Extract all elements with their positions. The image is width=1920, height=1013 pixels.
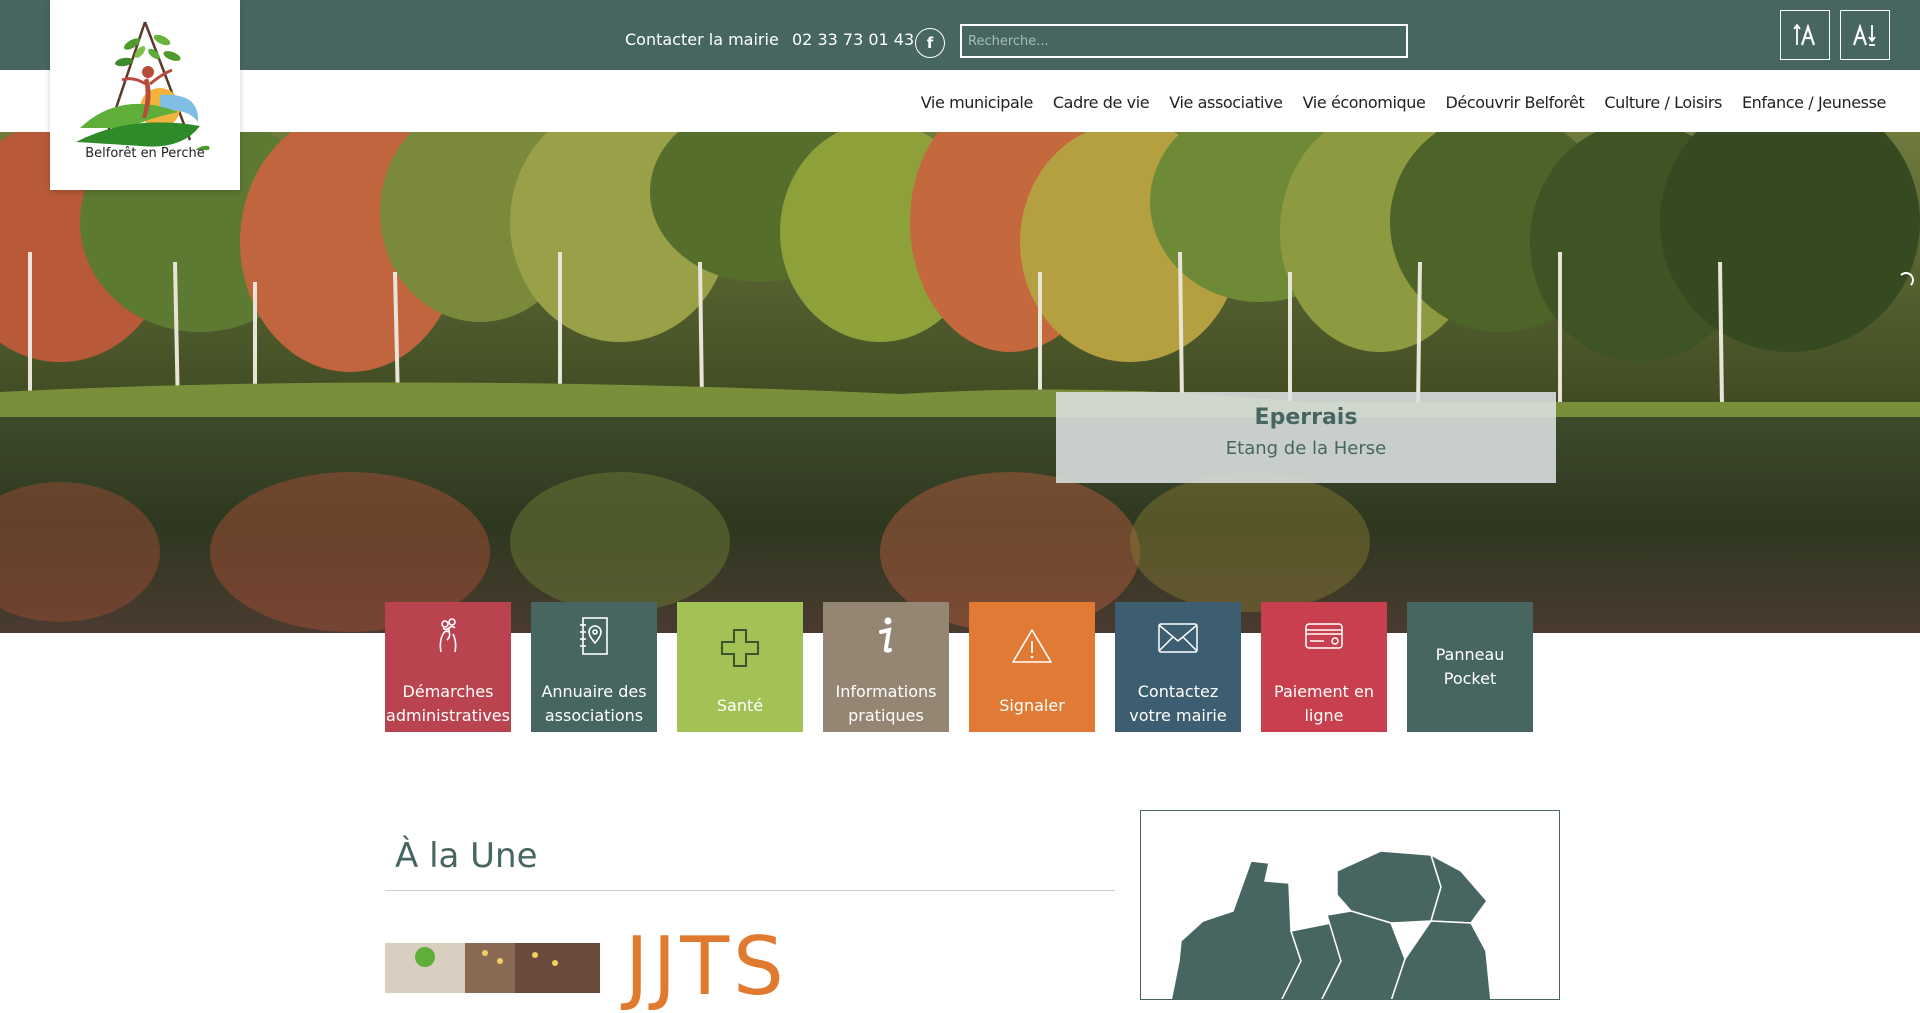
map-communes-image [1170,850,1492,999]
envelope-icon [1158,623,1198,653]
tile-label: Démarches administratives [386,682,510,725]
tile-sante[interactable]: Santé [677,602,803,732]
info-icon [879,617,892,653]
hero-title: Eperrais [1254,405,1358,430]
phone-number[interactable]: 02 33 73 01 43 [792,30,914,49]
hero-subtitle: Etang de la Herse [1225,438,1387,459]
tile-demarches-administratives[interactable]: Démarches administratives [385,602,511,732]
logo-text: Belforêt en Perche [85,146,205,161]
font-decrease-button[interactable] [1840,10,1890,60]
tile-annuaire-associations[interactable]: Annuaire des associations [531,602,657,732]
tile-label: Contactez votre mairie [1129,682,1227,725]
nav-cadre-de-vie[interactable]: Cadre de vie [1053,93,1150,112]
search-input[interactable] [960,24,1408,58]
hero-caption: Eperrais Etang de la Herse [1056,392,1556,483]
nav-vie-municipale[interactable]: Vie municipale [921,93,1034,112]
site-logo[interactable]: Belforêt en Perche [50,0,240,190]
main-nav: Vie municipale Cadre de vie Vie associat… [921,93,1887,112]
contact-mairie-link[interactable]: Contacter la mairie [625,30,779,49]
nav-culture-loisirs[interactable]: Culture / Loisirs [1604,93,1722,112]
text-increase-icon [1793,23,1816,46]
nav-enfance-jeunesse[interactable]: Enfance / Jeunesse [1742,93,1886,112]
tile-label: Informations pratiques [835,682,937,725]
main-navigation-bar: Vie municipale Cadre de vie Vie associat… [0,70,1920,132]
font-increase-button[interactable] [1780,10,1830,60]
tile-label: Panneau Pocket [1435,645,1505,688]
tile-panneau-pocket[interactable]: Panneau Pocket [1407,602,1533,732]
tile-label: Santé [716,696,764,715]
tile-label: Signaler [999,696,1065,715]
nav-vie-associative[interactable]: Vie associative [1169,93,1283,112]
warning-icon [1012,629,1052,663]
news-image [385,943,600,993]
facebook-icon[interactable]: f [915,28,945,58]
tile-label: Paiement en ligne [1274,682,1374,725]
card-icon [1305,623,1343,649]
quick-access-tiles: Démarches administratives Annuaire des a… [385,602,1533,732]
tile-informations-pratiques[interactable]: Informations pratiques [823,602,949,732]
divider [385,890,1115,891]
tile-signaler[interactable]: Signaler [969,602,1095,732]
text-decrease-icon [1852,23,1876,46]
top-bar: Contacter la mairie 02 33 73 01 43 f [0,0,1920,70]
hands-icon [439,618,457,653]
commune-map[interactable] [1140,810,1560,1000]
a-la-une-heading: À la Une [395,836,538,876]
news-headline-partial: JJTS [625,920,788,1013]
notebook-pin-icon [580,617,608,655]
nav-vie-economique[interactable]: Vie économique [1303,93,1426,112]
logo-emblem-icon [76,21,210,155]
news-thumbnail[interactable] [385,943,600,993]
hero-slider[interactable] [0,132,1920,633]
nav-decouvrir-belforet[interactable]: Découvrir Belforêt [1445,93,1584,112]
hero-landscape-image [0,132,1920,633]
loading-spinner-icon [1898,272,1914,288]
tile-contactez-mairie[interactable]: Contactez votre mairie [1115,602,1241,732]
tile-paiement-en-ligne[interactable]: Paiement en ligne [1261,602,1387,732]
cross-icon [721,629,759,667]
tile-label: Annuaire des associations [541,682,647,725]
